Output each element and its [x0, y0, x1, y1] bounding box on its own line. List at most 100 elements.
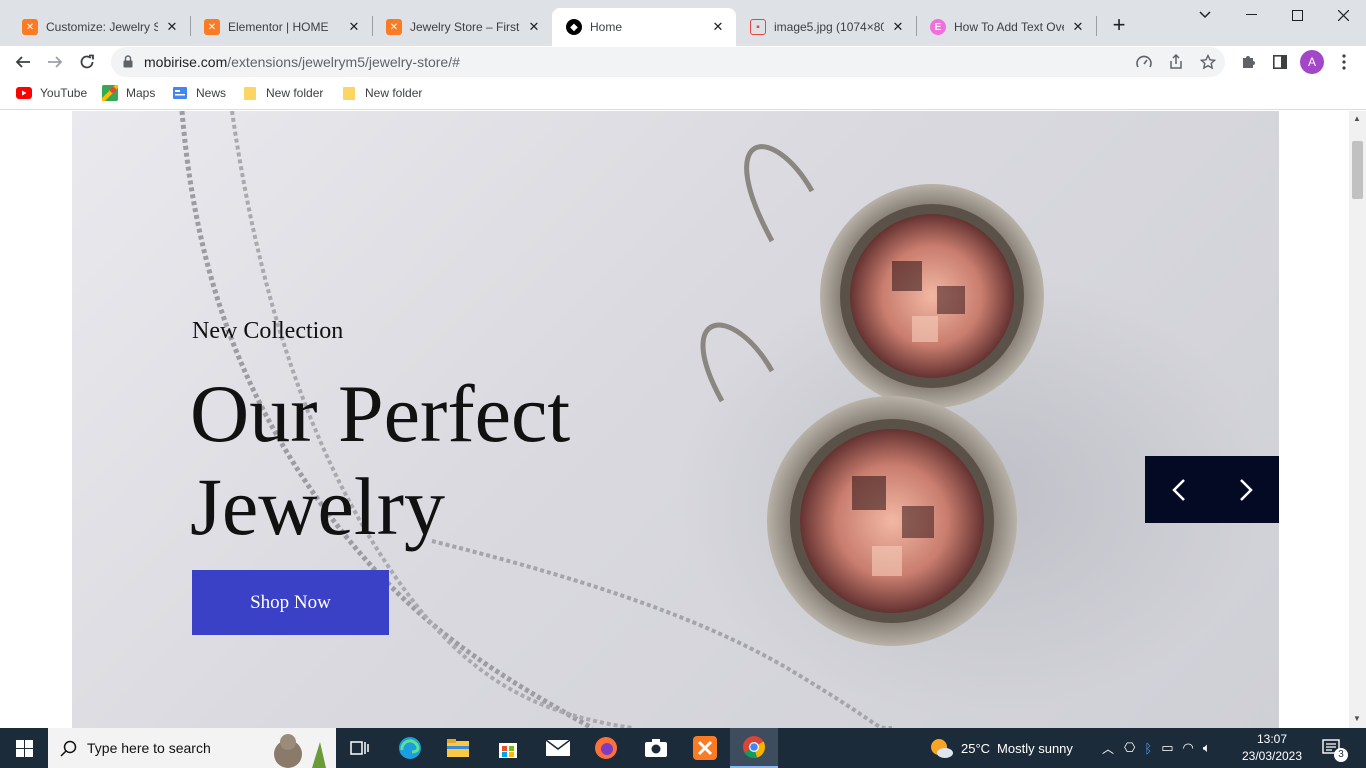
close-icon[interactable]: ✕: [1070, 19, 1086, 35]
bluetooth-icon[interactable]: ᛒ: [1144, 741, 1152, 756]
folder-icon: [341, 85, 357, 101]
tab-customize-jewelry[interactable]: ✕ Customize: Jewelry Sto ✕: [8, 8, 190, 46]
tab-title: Customize: Jewelry Sto: [46, 20, 158, 34]
store-icon: [499, 743, 517, 758]
sun-cloud-icon: [931, 739, 953, 758]
reload-icon: [80, 54, 94, 69]
shop-now-button[interactable]: Shop Now: [192, 570, 389, 635]
battery-icon[interactable]: ▭: [1161, 740, 1173, 756]
new-tab-button[interactable]: +: [1106, 12, 1132, 38]
tab-search-button[interactable]: [1182, 0, 1228, 30]
mail-taskbar-button[interactable]: [534, 728, 582, 768]
back-button[interactable]: [10, 49, 36, 75]
edge-icon: [399, 737, 421, 759]
xampp-taskbar-button[interactable]: [681, 728, 729, 768]
windows-taskbar: Type here to search 25°C Mostly sunny ︿ …: [0, 728, 1366, 768]
carousel-controls: [1145, 456, 1279, 523]
chevron-left-icon: [1171, 478, 1185, 501]
lock-icon: [123, 55, 133, 68]
tab-image5[interactable]: ▪ image5.jpg (1074×806 ✕: [736, 8, 916, 46]
image-icon: ▪: [750, 19, 766, 35]
notification-center-button[interactable]: 3: [1322, 728, 1348, 768]
profile-avatar[interactable]: A: [1300, 50, 1324, 74]
bookmark-news[interactable]: News: [172, 85, 226, 101]
weather-widget[interactable]: 25°C Mostly sunny: [928, 728, 1073, 768]
close-icon[interactable]: ✕: [710, 19, 726, 35]
bookmark-folder-1[interactable]: New folder: [242, 85, 323, 101]
xampp-icon: ✕: [386, 19, 402, 35]
scroll-up-icon[interactable]: ▲: [1353, 114, 1361, 123]
scrollbar-thumb[interactable]: [1352, 141, 1363, 199]
bookmarks-bar: YouTube Maps News New folder New folder: [0, 78, 1366, 110]
elementor-icon: E: [930, 19, 946, 35]
tab-title: How To Add Text Over: [954, 20, 1064, 34]
tab-elementor-home[interactable]: ✕ Elementor | HOME ✕: [190, 8, 372, 46]
maps-icon: [102, 85, 118, 101]
meet-now-icon[interactable]: ⎔: [1124, 740, 1135, 756]
start-button[interactable]: [0, 728, 48, 768]
carousel-next-button[interactable]: [1212, 456, 1279, 523]
close-icon[interactable]: ✕: [890, 19, 906, 35]
hero-headline: Our Perfect Jewelry: [190, 368, 571, 552]
bookmark-star-button[interactable]: [1198, 52, 1218, 72]
speaker-icon[interactable]: 🔈︎: [1203, 740, 1211, 756]
tab-jewelry-store[interactable]: ✕ Jewelry Store – First w ✕: [372, 8, 552, 46]
reload-button[interactable]: [74, 49, 100, 75]
address-bar[interactable]: mobirise.com/extensions/jewelrym5/jewelr…: [111, 47, 1225, 77]
puzzle-icon: [1243, 56, 1255, 68]
star-icon: [1200, 54, 1216, 70]
camera-taskbar-button[interactable]: [632, 728, 680, 768]
chrome-menu-button[interactable]: [1331, 49, 1357, 75]
close-icon[interactable]: ✕: [164, 19, 180, 35]
speedometer-icon: [1136, 55, 1152, 68]
forward-button[interactable]: [42, 49, 68, 75]
bookmark-label: New folder: [365, 86, 423, 100]
bookmark-maps[interactable]: Maps: [102, 85, 155, 101]
close-icon[interactable]: ✕: [526, 19, 542, 35]
bookmark-youtube[interactable]: YouTube: [16, 85, 87, 101]
share-button[interactable]: [1166, 52, 1186, 72]
xampp-icon: [693, 736, 717, 760]
chevron-up-icon[interactable]: ︿: [1102, 740, 1114, 757]
bookmark-label: YouTube: [40, 86, 88, 100]
file-explorer-taskbar-button[interactable]: [434, 728, 482, 768]
youtube-icon: [16, 85, 32, 101]
clock-date: 23/03/2023: [1241, 749, 1303, 763]
side-panel-button[interactable]: [1267, 49, 1293, 75]
squirrel-illustration-icon: [274, 734, 326, 768]
wifi-icon[interactable]: ◠: [1182, 740, 1193, 756]
camera-icon: [645, 739, 667, 757]
tab-add-text-over[interactable]: E How To Add Text Over ✕: [916, 8, 1096, 46]
extensions-button[interactable]: [1235, 49, 1261, 75]
performance-button[interactable]: [1134, 52, 1154, 72]
arrow-right-icon: [48, 56, 63, 68]
xampp-icon: ✕: [22, 19, 38, 35]
minimize-button[interactable]: [1228, 0, 1274, 30]
search-icon: [60, 740, 77, 757]
tab-title: image5.jpg (1074×806: [774, 20, 884, 34]
scroll-down-icon[interactable]: ▼: [1353, 714, 1361, 723]
close-icon[interactable]: ✕: [346, 19, 362, 35]
carousel-prev-button[interactable]: [1145, 456, 1212, 523]
chrome-taskbar-button[interactable]: [730, 728, 778, 768]
close-window-button[interactable]: [1320, 0, 1366, 30]
store-taskbar-button[interactable]: [484, 728, 532, 768]
search-placeholder: Type here to search: [87, 740, 211, 756]
tab-title: Jewelry Store – First w: [410, 20, 520, 34]
xampp-icon: ✕: [204, 19, 220, 35]
task-view-button[interactable]: [336, 728, 384, 768]
tab-home[interactable]: ◆ Home ✕: [552, 8, 736, 46]
bookmark-label: Maps: [126, 86, 156, 100]
tab-divider: [1096, 16, 1097, 36]
page-scrollbar[interactable]: ▲ ▼: [1349, 111, 1366, 728]
firefox-taskbar-button[interactable]: [582, 728, 630, 768]
weather-temp: 25°C: [961, 740, 991, 756]
mail-icon: [546, 740, 570, 756]
system-clock[interactable]: 13:07 23/03/2023: [1240, 731, 1304, 765]
bookmark-label: News: [196, 86, 227, 100]
edge-taskbar-button[interactable]: [386, 728, 434, 768]
bookmark-folder-2[interactable]: New folder: [341, 85, 422, 101]
maximize-button[interactable]: [1274, 0, 1320, 30]
taskbar-search-box[interactable]: Type here to search: [48, 728, 336, 768]
profile-initial: A: [1307, 55, 1316, 69]
